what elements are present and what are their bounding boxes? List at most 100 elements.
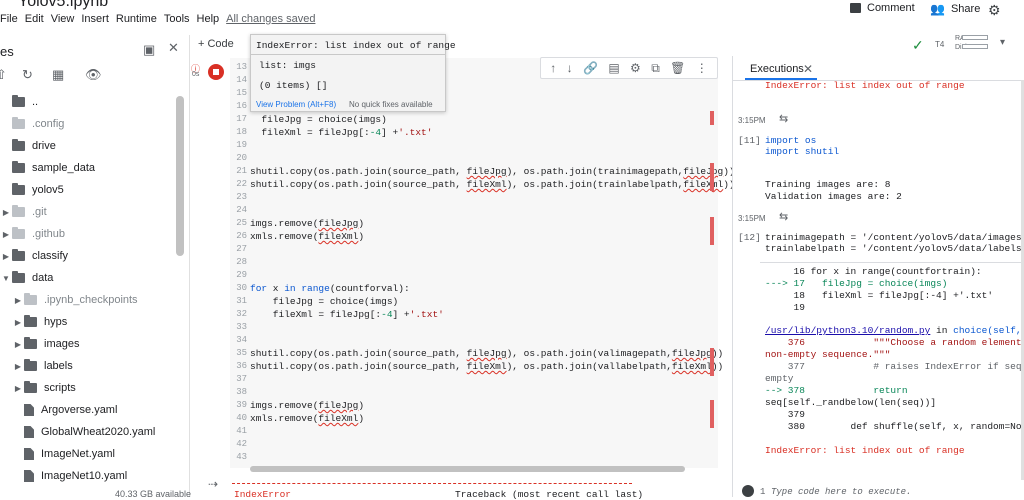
menu-edit[interactable]: Edit: [25, 13, 50, 28]
collapse-arrows-icon[interactable]: ⇆: [779, 210, 788, 223]
line-number: 17: [236, 114, 247, 124]
upload-icon[interactable]: ⇧: [0, 67, 7, 83]
line-number: 25: [236, 218, 247, 228]
traceback-line: non-empty sequence.""": [765, 349, 891, 360]
run-input-icon[interactable]: [742, 485, 754, 497]
menu-file[interactable]: File: [0, 13, 24, 28]
stop-cell-button[interactable]: [208, 64, 224, 80]
settings-gear-icon[interactable]: ⚙: [988, 2, 1001, 19]
add-code-button[interactable]: + Code: [198, 38, 234, 50]
folder-icon: [24, 359, 37, 371]
sidebar-item-ipynb-checkpoints[interactable]: ▶ .ipynb_checkpoints: [0, 289, 175, 311]
menu-runtime[interactable]: Runtime: [116, 13, 163, 28]
sidebar-item-images[interactable]: ▶ images: [0, 333, 175, 355]
editor-horizontal-scrollbar[interactable]: [250, 466, 685, 472]
resource-dropdown-icon[interactable]: ▾: [1000, 37, 1005, 48]
traceback-file-link[interactable]: /usr/lib/python3.10/random.py: [765, 325, 930, 336]
line-number: 35: [236, 348, 247, 358]
sidebar-item-label: ImageNet.yaml: [41, 448, 115, 460]
mirror-cell-icon[interactable]: ⧉: [651, 61, 660, 76]
line-number: 18: [236, 127, 247, 137]
error-marker: [710, 163, 714, 191]
expand-right-icon[interactable]: ▶: [12, 384, 24, 393]
comment-icon[interactable]: ▤: [608, 61, 619, 75]
traceback-line: 380 def shuffle(self, x, random=None):: [765, 421, 1024, 432]
sidebar-item-imagenet-yaml[interactable]: ImageNet.yaml: [0, 443, 175, 465]
code-line: for x in range(countforval):: [250, 283, 410, 294]
show-hidden-eye-icon[interactable]: 👁: [85, 67, 102, 83]
sidebar-item-imagenet10-yaml[interactable]: ImageNet10.yaml: [0, 465, 175, 487]
sidebar-item-sample-data[interactable]: sample_data: [0, 157, 175, 179]
menu-view[interactable]: View: [51, 13, 81, 28]
sidebar-item-data[interactable]: ▼ data: [0, 267, 175, 289]
line-number: 33: [236, 322, 247, 332]
expand-right-icon[interactable]: ▶: [12, 296, 24, 305]
sidebar-item-hyps[interactable]: ▶ hyps: [0, 311, 175, 333]
expand-right-icon[interactable]: ▶: [12, 318, 24, 327]
sidebar-item-github[interactable]: ▶ .github: [0, 223, 175, 245]
line-number: 16: [236, 101, 247, 111]
folder-icon: [12, 227, 25, 239]
line-number: 43: [236, 452, 247, 462]
sidebar-item-labels[interactable]: ▶ labels: [0, 355, 175, 377]
refresh-icon[interactable]: ↻: [22, 67, 33, 83]
delete-icon[interactable]: 🗑: [670, 61, 685, 75]
move-down-icon[interactable]: ↓: [567, 61, 573, 75]
sidebar-item-classify[interactable]: ▶ classify: [0, 245, 175, 267]
sidebar-item-[interactable]: ..: [0, 91, 175, 113]
expand-right-icon[interactable]: ▶: [12, 362, 24, 371]
link-icon[interactable]: 🔗: [583, 61, 598, 75]
folder-icon: [12, 117, 25, 129]
output-error-name: IndexError: [234, 489, 292, 500]
sidebar-item-label: scripts: [44, 382, 76, 394]
move-up-icon[interactable]: ↑: [550, 61, 556, 75]
menu-help[interactable]: Help: [197, 13, 226, 28]
folder-icon: [12, 139, 25, 151]
sidebar-item-globalwheat2020-yaml[interactable]: GlobalWheat2020.yaml: [0, 421, 175, 443]
line-number: 29: [236, 270, 247, 280]
expand-right-icon[interactable]: ▶: [0, 208, 12, 217]
line-number: 24: [236, 205, 247, 215]
expand-right-icon[interactable]: ▶: [0, 230, 12, 239]
sidebar-item-argoverse-yaml[interactable]: Argoverse.yaml: [0, 399, 175, 421]
disk-bar: [962, 44, 988, 49]
error-marker: [710, 111, 714, 125]
file-icon: [24, 426, 34, 438]
line-number: 39: [236, 400, 247, 410]
traceback-line: empty: [765, 373, 794, 384]
sidebar-item-label: images: [44, 338, 80, 350]
sidebar-item-git[interactable]: ▶ .git: [0, 201, 175, 223]
notebook-title[interactable]: Yolov5.ipynb: [18, 0, 108, 11]
expand-right-icon[interactable]: ▶: [0, 252, 12, 261]
comment-button[interactable]: Comment: [850, 2, 915, 14]
collapse-arrows-icon[interactable]: ⇆: [779, 112, 788, 125]
sidebar-title: es: [0, 44, 14, 59]
close-icon[interactable]: ✕: [168, 40, 179, 56]
tab-executions[interactable]: Executions: [750, 63, 804, 75]
code-line: xmls.remove(fileXml): [250, 413, 365, 424]
output-action-icon[interactable]: ⇢: [208, 477, 218, 491]
traceback-line: --> 378 return: [765, 385, 908, 396]
menu-insert[interactable]: Insert: [81, 13, 115, 28]
new-window-icon[interactable]: ▣: [143, 42, 155, 58]
close-icon[interactable]: ✕: [803, 62, 813, 76]
menu-tools[interactable]: Tools: [164, 13, 196, 28]
sidebar-item-yolov5[interactable]: yolov5: [0, 179, 175, 201]
code-line: xmls.remove(fileXml): [250, 231, 365, 242]
execute-code-input[interactable]: Type code here to execute.: [771, 487, 911, 497]
sidebar-item-label: yolov5: [32, 184, 64, 196]
view-problem-link[interactable]: View Problem (Alt+F8): [256, 100, 336, 109]
share-button[interactable]: 👥 Share: [930, 2, 980, 16]
sidebar-item-config[interactable]: .config: [0, 113, 175, 135]
expand-right-icon[interactable]: ▶: [12, 340, 24, 349]
expand-down-icon[interactable]: ▼: [0, 274, 12, 283]
sidebar-item-drive[interactable]: drive: [0, 135, 175, 157]
more-options-icon[interactable]: ⋮: [696, 61, 708, 75]
gear-icon[interactable]: ⚙: [630, 61, 641, 75]
line-number: 41: [236, 426, 247, 436]
sidebar-scrollbar[interactable]: [176, 96, 184, 256]
save-status[interactable]: All changes saved: [226, 13, 321, 28]
sidebar-item-scripts[interactable]: ▶ scripts: [0, 377, 175, 399]
unmount-drive-icon[interactable]: ▦: [52, 67, 64, 83]
line-number: 13: [236, 62, 247, 72]
